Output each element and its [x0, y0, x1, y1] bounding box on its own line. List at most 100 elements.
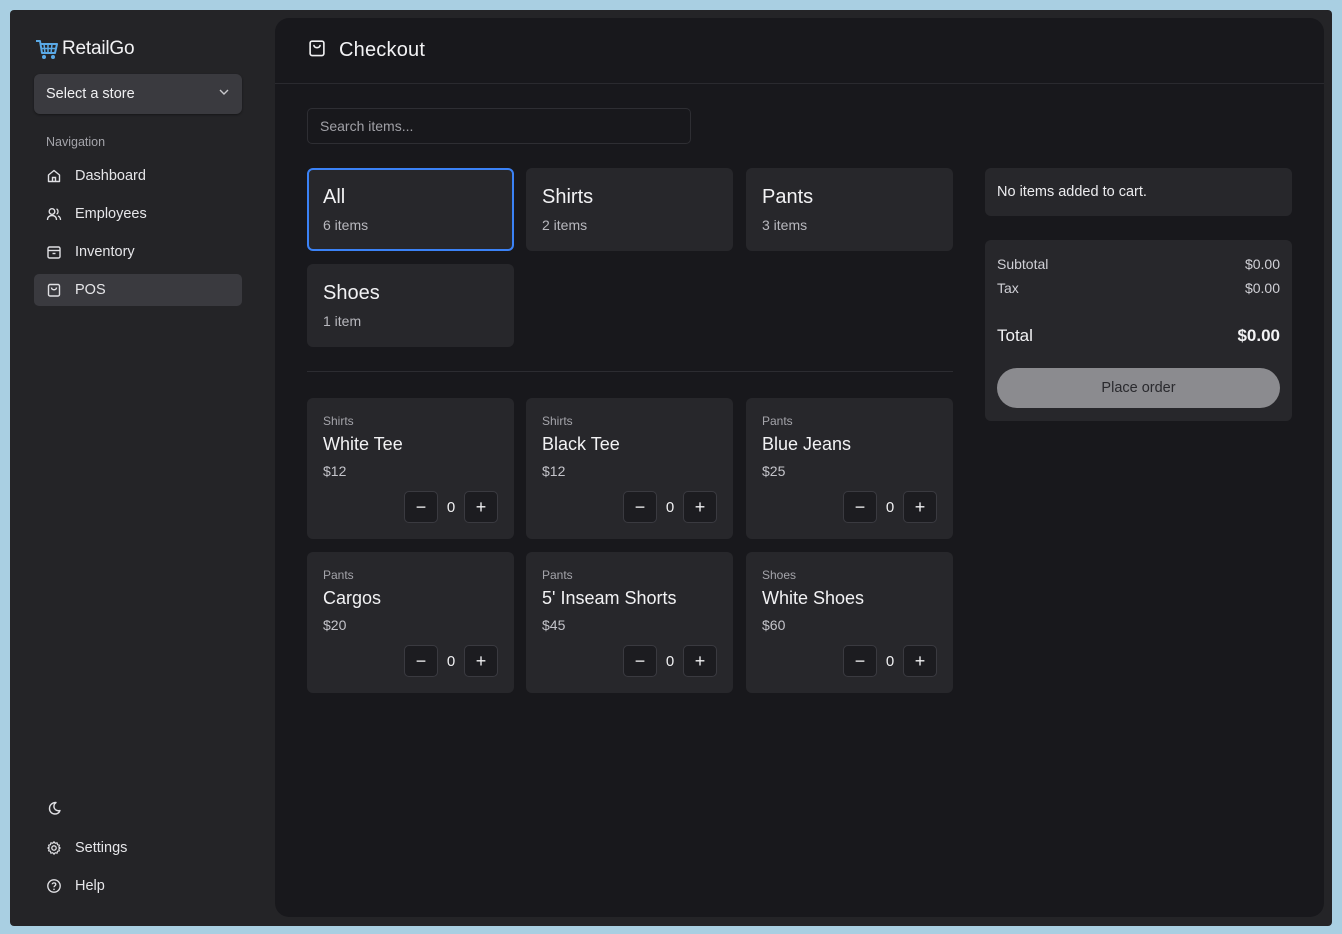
sidebar-item-inventory[interactable]: Inventory [34, 236, 242, 268]
product-card: Shirts White Tee $12 − 0 + [307, 398, 514, 539]
product-price: $45 [542, 617, 566, 633]
page-header: Checkout [275, 18, 1324, 84]
product-price: $25 [762, 463, 786, 479]
category-card-all[interactable]: All 6 items [307, 168, 514, 251]
quantity-stepper: − 0 + [404, 645, 498, 677]
sidebar-item-help[interactable]: Help [34, 870, 242, 902]
sidebar-item-label: Settings [75, 840, 128, 856]
category-count: 2 items [542, 217, 588, 233]
sidebar-nav: Dashboard Employees Inventory POS [34, 160, 242, 312]
page-title: Checkout [339, 39, 426, 61]
sidebar-item-label: POS [75, 282, 106, 298]
decrement-button[interactable]: − [404, 645, 438, 677]
product-card: Pants 5' Inseam Shorts $45 − 0 + [526, 552, 733, 693]
product-name: Blue Jeans [762, 434, 852, 454]
quantity-value: 0 [665, 652, 675, 670]
decrement-button[interactable]: − [843, 491, 877, 523]
category-name: Shirts [542, 186, 594, 208]
nav-heading: Navigation [46, 135, 106, 149]
total-label: Total [997, 326, 1033, 345]
product-category: Shirts [542, 414, 573, 428]
product-name: White Tee [323, 434, 403, 454]
sidebar-item-employees[interactable]: Employees [34, 198, 242, 230]
increment-button[interactable]: + [903, 491, 937, 523]
category-count: 3 items [762, 217, 808, 233]
increment-button[interactable]: + [464, 645, 498, 677]
app-window: RetailGo Select a store Navigation Dashb… [10, 10, 1332, 926]
product-card: Shirts Black Tee $12 − 0 + [526, 398, 733, 539]
brand[interactable]: RetailGo [34, 36, 135, 62]
decrement-button[interactable]: − [623, 645, 657, 677]
category-name: All [323, 186, 346, 208]
theme-toggle[interactable] [34, 792, 242, 824]
gear-icon [46, 840, 62, 856]
quantity-stepper: − 0 + [404, 491, 498, 523]
help-circle-icon [46, 878, 62, 894]
subtotal-label: Subtotal [997, 256, 1049, 272]
quantity-value: 0 [446, 652, 456, 670]
decrement-button[interactable]: − [404, 491, 438, 523]
product-name: White Shoes [762, 588, 865, 608]
box-icon [46, 244, 62, 260]
product-category: Pants [323, 568, 354, 582]
category-count: 6 items [323, 217, 369, 233]
sidebar-item-dashboard[interactable]: Dashboard [34, 160, 242, 192]
category-name: Shoes [323, 282, 380, 304]
cart-empty-message: No items added to cart. [985, 168, 1292, 216]
quantity-stepper: − 0 + [843, 645, 937, 677]
product-category: Pants [542, 568, 573, 582]
category-card-pants[interactable]: Pants 3 items [746, 168, 953, 251]
sidebar-item-label: Dashboard [75, 168, 146, 184]
increment-button[interactable]: + [683, 645, 717, 677]
product-card: Pants Cargos $20 − 0 + [307, 552, 514, 693]
product-price: $12 [323, 463, 347, 479]
place-order-button[interactable]: Place order [997, 368, 1280, 408]
product-price: $12 [542, 463, 566, 479]
increment-button[interactable]: + [903, 645, 937, 677]
product-card: Pants Blue Jeans $25 − 0 + [746, 398, 953, 539]
shopping-cart-logo-icon [34, 36, 60, 62]
shopping-bag-icon [46, 282, 62, 298]
tax-value: $0.00 [1244, 280, 1280, 296]
subtotal-value: $0.00 [1244, 256, 1280, 272]
quantity-value: 0 [885, 498, 895, 516]
quantity-value: 0 [665, 498, 675, 516]
product-category: Shoes [762, 568, 797, 582]
sidebar-bottom: Settings Help [34, 792, 242, 908]
subtotal-row: Subtotal $0.00 [997, 252, 1280, 276]
product-category: Shirts [323, 414, 354, 428]
store-select-label: Select a store [46, 86, 135, 102]
product-price: $60 [762, 617, 786, 633]
tax-label: Tax [997, 280, 1019, 296]
sidebar-item-pos[interactable]: POS [34, 274, 242, 306]
quantity-value: 0 [446, 498, 456, 516]
brand-name: RetailGo [62, 38, 135, 59]
category-name: Pants [762, 186, 814, 208]
home-icon [46, 168, 62, 184]
product-price: $20 [323, 617, 347, 633]
product-card: Shoes White Shoes $60 − 0 + [746, 552, 953, 693]
category-card-shirts[interactable]: Shirts 2 items [526, 168, 733, 251]
decrement-button[interactable]: − [623, 491, 657, 523]
sidebar-item-label: Help [75, 878, 105, 894]
main-panel: Checkout All 6 items Shirts 2 items Pant… [275, 18, 1324, 917]
moon-icon [46, 800, 62, 816]
category-card-shoes[interactable]: Shoes 1 item [307, 264, 514, 347]
order-summary: Subtotal $0.00 Tax $0.00 Total $0.00 Pla… [985, 240, 1292, 421]
search-input[interactable] [307, 108, 691, 144]
chevron-down-icon [218, 86, 230, 102]
sidebar-item-label: Inventory [75, 244, 135, 260]
increment-button[interactable]: + [683, 491, 717, 523]
product-category: Pants [762, 414, 793, 428]
tax-row: Tax $0.00 [997, 276, 1280, 300]
quantity-value: 0 [885, 652, 895, 670]
increment-button[interactable]: + [464, 491, 498, 523]
sidebar-item-settings[interactable]: Settings [34, 832, 242, 864]
quantity-stepper: − 0 + [623, 645, 717, 677]
product-name: Black Tee [542, 434, 620, 454]
quantity-stepper: − 0 + [843, 491, 937, 523]
decrement-button[interactable]: − [843, 645, 877, 677]
store-select[interactable]: Select a store [34, 74, 242, 114]
category-count: 1 item [323, 313, 362, 329]
product-name: 5' Inseam Shorts [542, 588, 677, 608]
